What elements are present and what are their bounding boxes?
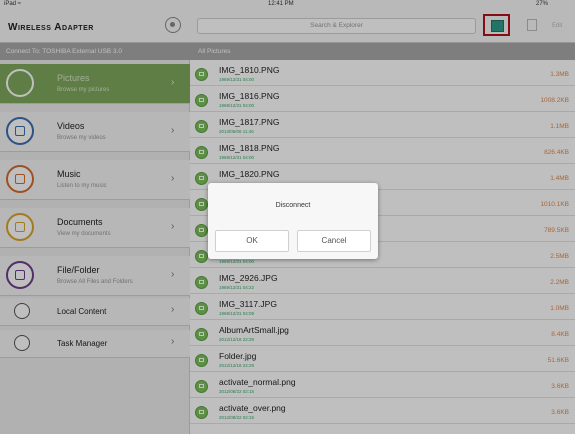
disconnect-dialog: Disconnect OK Cancel (208, 183, 378, 259)
cancel-button[interactable]: Cancel (297, 230, 371, 252)
ok-button[interactable]: OK (215, 230, 289, 252)
dialog-title: Disconnect (275, 202, 311, 209)
